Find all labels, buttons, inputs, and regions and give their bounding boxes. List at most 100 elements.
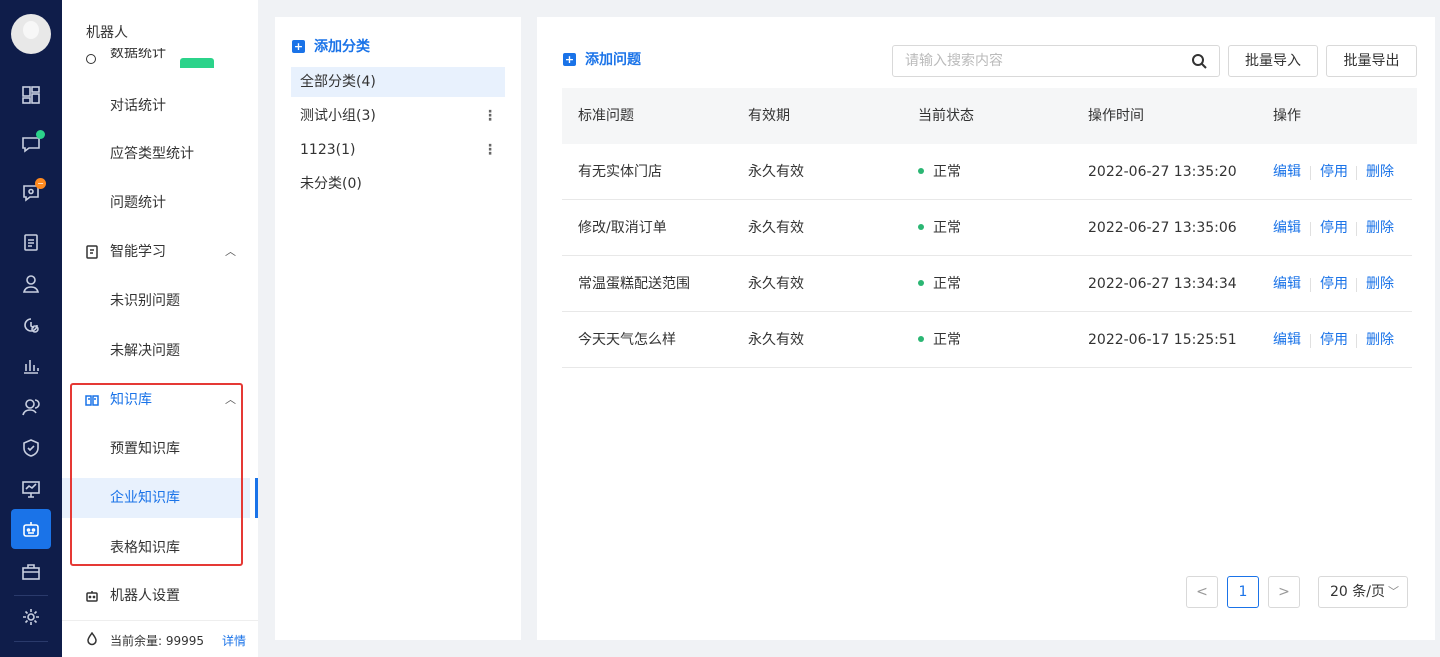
delete-link[interactable]: 删除 xyxy=(1366,144,1394,200)
robot-icon xyxy=(85,589,99,603)
menu-item-dialog-stats[interactable]: 对话统计 xyxy=(62,86,250,126)
add-category-button[interactable]: + 添加分类 xyxy=(292,36,370,56)
settings-icon[interactable] xyxy=(11,597,51,637)
page-size-label: 20 条/页 xyxy=(1330,584,1385,600)
time-cell: 2022-06-27 13:35:06 xyxy=(1088,220,1237,236)
more-vertical-icon[interactable]: ⋮ xyxy=(483,135,497,165)
prev-page-button[interactable]: < xyxy=(1186,576,1218,608)
menu-item-table-kb[interactable]: 表格知识库 xyxy=(62,528,250,568)
disable-link[interactable]: 停用 xyxy=(1320,144,1348,200)
divider xyxy=(1356,334,1357,348)
icon-rail: − xyxy=(0,0,62,657)
edit-link[interactable]: 编辑 xyxy=(1273,144,1301,200)
disable-link[interactable]: 停用 xyxy=(1320,256,1348,312)
user-icon[interactable] xyxy=(11,264,51,304)
page-size-select[interactable]: 20 条/页 ﹀ xyxy=(1318,576,1408,608)
disable-link[interactable]: 停用 xyxy=(1320,312,1348,368)
category-panel: + 添加分类 全部分类(4) 测试小组(3) ⋮ 1123(1) ⋮ 未分类(0… xyxy=(275,17,521,640)
question-cell: 常温蛋糕配送范围 xyxy=(578,276,690,292)
menu-item-unresolved[interactable]: 未解决问题 xyxy=(62,331,250,371)
category-label: 全部分类(4) xyxy=(300,74,376,90)
rail-divider xyxy=(14,595,48,596)
search-icon[interactable] xyxy=(1191,53,1207,69)
column-header: 操作时间 xyxy=(1088,108,1144,124)
delete-link[interactable]: 删除 xyxy=(1366,312,1394,368)
divider xyxy=(1310,334,1311,348)
menu-item-answer-type-stats[interactable]: 应答类型统计 xyxy=(62,134,250,174)
menu-item-unrecognized[interactable]: 未识别问题 xyxy=(62,281,250,321)
chevron-up-icon: ︿ xyxy=(225,245,236,258)
category-item[interactable]: 1123(1) ⋮ xyxy=(291,135,505,165)
validity-cell: 永久有效 xyxy=(748,164,804,180)
team-icon[interactable] xyxy=(11,387,51,427)
menu-title: 机器人 xyxy=(86,25,128,41)
more-vertical-icon[interactable]: ⋮ xyxy=(483,101,497,131)
validity-cell: 永久有效 xyxy=(748,332,804,348)
question-cell: 有无实体门店 xyxy=(578,164,662,180)
new-badge xyxy=(180,58,214,68)
table-row: 今天天气怎么样 永久有效 正常 2022-06-17 15:25:51 编辑 停… xyxy=(562,312,1412,368)
menu-group-label: 数据统计 xyxy=(110,48,166,61)
balance-bar: 当前余量: 99995 详情 xyxy=(62,620,258,657)
category-item[interactable]: 全部分类(4) xyxy=(291,67,505,97)
balance-text: 当前余量: 99995 xyxy=(110,634,205,648)
time-cell: 2022-06-17 15:25:51 xyxy=(1088,332,1237,348)
status-cell: 正常 xyxy=(918,144,961,200)
monitor-icon[interactable] xyxy=(11,469,51,509)
bar-chart-icon[interactable] xyxy=(11,346,51,386)
table-header: 标准问题 有效期 当前状态 操作时间 操作 xyxy=(562,88,1417,144)
menu-group-smart-learning[interactable]: 智能学习 ︿ xyxy=(62,232,250,272)
edit-link[interactable]: 编辑 xyxy=(1273,200,1301,256)
delete-link[interactable]: 删除 xyxy=(1366,256,1394,312)
call-icon[interactable]: − xyxy=(11,173,51,213)
category-label: 测试小组(3) xyxy=(300,108,376,124)
menu-item-question-stats[interactable]: 问题统计 xyxy=(62,183,250,223)
book-icon xyxy=(85,393,99,407)
menu-item-preset-kb[interactable]: 预置知识库 xyxy=(62,429,250,469)
search-input[interactable] xyxy=(893,46,1183,76)
drop-icon xyxy=(85,631,99,646)
status-cell: 正常 xyxy=(918,312,961,368)
next-page-button[interactable]: > xyxy=(1268,576,1300,608)
column-header: 有效期 xyxy=(748,108,790,124)
edit-link[interactable]: 编辑 xyxy=(1273,312,1301,368)
delete-link[interactable]: 删除 xyxy=(1366,200,1394,256)
menu-group-data-stats[interactable]: 数据统计 xyxy=(86,48,216,68)
add-question-label: 添加问题 xyxy=(585,52,641,68)
clipboard-icon[interactable] xyxy=(11,222,51,262)
dashboard-icon[interactable] xyxy=(11,75,51,115)
chat-icon[interactable] xyxy=(11,124,51,164)
page-number-button[interactable]: 1 xyxy=(1227,576,1259,608)
category-item[interactable]: 未分类(0) xyxy=(291,169,505,199)
shield-icon[interactable] xyxy=(11,428,51,468)
edit-link[interactable]: 编辑 xyxy=(1273,256,1301,312)
menu-group-label: 知识库 xyxy=(110,392,152,408)
menu-item-enterprise-kb[interactable]: 企业知识库 xyxy=(62,478,258,518)
batch-import-button[interactable]: 批量导入 xyxy=(1228,45,1318,77)
category-label: 1123(1) xyxy=(300,142,356,158)
validity-cell: 永久有效 xyxy=(748,220,804,236)
column-header: 操作 xyxy=(1273,108,1301,124)
status-cell: 正常 xyxy=(918,200,961,256)
divider xyxy=(1310,166,1311,180)
stats-icon xyxy=(86,54,96,64)
add-question-button[interactable]: + 添加问题 xyxy=(563,49,641,69)
disable-link[interactable]: 停用 xyxy=(1320,200,1348,256)
toolbox-icon[interactable] xyxy=(11,551,51,591)
divider xyxy=(1356,278,1357,292)
column-header: 标准问题 xyxy=(578,108,634,124)
balance-details-link[interactable]: 详情 xyxy=(222,632,246,649)
robot-icon[interactable] xyxy=(11,509,51,549)
table-row: 常温蛋糕配送范围 永久有效 正常 2022-06-27 13:34:34 编辑 … xyxy=(562,256,1412,312)
validity-cell: 永久有效 xyxy=(748,276,804,292)
avatar[interactable] xyxy=(11,14,51,54)
menu-group-label: 机器人设置 xyxy=(110,588,180,604)
category-item[interactable]: 测试小组(3) ⋮ xyxy=(291,101,505,131)
history-icon[interactable] xyxy=(11,305,51,345)
menu-group-label: 智能学习 xyxy=(110,244,166,260)
time-cell: 2022-06-27 13:34:34 xyxy=(1088,276,1237,292)
question-cell: 修改/取消订单 xyxy=(578,220,667,236)
menu-group-robot-settings[interactable]: 机器人设置 xyxy=(62,576,250,616)
batch-export-button[interactable]: 批量导出 xyxy=(1326,45,1417,77)
menu-group-knowledge-base[interactable]: 知识库 ︿ xyxy=(62,380,250,420)
